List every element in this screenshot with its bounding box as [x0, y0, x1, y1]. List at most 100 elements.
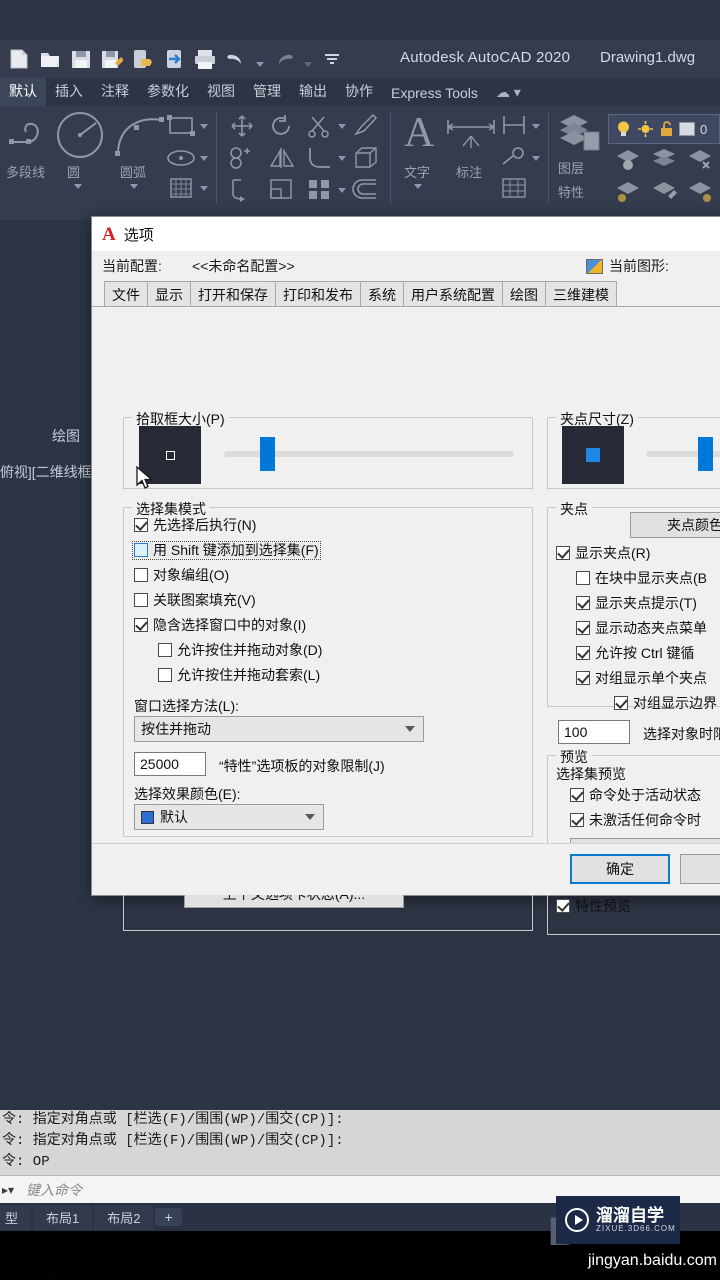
undo-icon[interactable] [225, 47, 247, 71]
circle-icon[interactable] [52, 110, 108, 160]
checkbox-show-dynamic-grip-menu[interactable]: 显示动态夹点菜单 [576, 621, 707, 636]
property-object-limit-input[interactable]: 25000 [134, 752, 206, 776]
unlock-icon[interactable] [659, 120, 674, 138]
ok-button[interactable]: 确定 [570, 854, 670, 884]
dimension-icon[interactable] [444, 114, 498, 158]
ellipse-icon[interactable] [166, 146, 196, 170]
redo-dropdown-icon[interactable] [304, 61, 312, 67]
checkbox-show-grip-tips[interactable]: 显示夹点提示(T) [576, 596, 697, 611]
options-dialog[interactable]: A 选项 当前配置: <<未命名配置>> 当前图形: 文件 显示 打开和保存 打… [91, 216, 720, 935]
open-folder-icon[interactable] [39, 47, 61, 71]
checkbox-show-single-grip-on-groups[interactable]: 对组显示单个夹点 [576, 671, 707, 686]
customize-qat-icon[interactable] [321, 47, 343, 71]
add-layout-button[interactable]: + [155, 1208, 182, 1226]
trim-dropdown-icon[interactable] [338, 124, 346, 129]
checkbox-box[interactable] [556, 546, 570, 560]
offset-icon[interactable] [352, 178, 380, 202]
checkbox-when-command-active[interactable]: 命令处于活动状态 [570, 788, 701, 803]
leader-dropdown-icon[interactable] [532, 156, 540, 161]
checkbox-allow-press-drag-lasso[interactable]: 允许按住并拖动套索(L) [158, 668, 320, 683]
pickbox-slider-thumb[interactable] [260, 437, 275, 471]
checkbox-box[interactable] [576, 596, 590, 610]
text-icon[interactable]: A [404, 112, 434, 154]
checkbox-box[interactable] [158, 643, 172, 657]
copy-icon[interactable] [228, 146, 256, 170]
move-icon[interactable] [228, 114, 256, 138]
dialog-tab-open-save[interactable]: 打开和保存 [190, 281, 276, 306]
checkbox-box[interactable] [134, 618, 148, 632]
checkbox-box[interactable] [576, 671, 590, 685]
checkbox-noun-verb-selection[interactable]: 先选择后执行(N) [134, 518, 256, 533]
ribbon-tab-annotate[interactable]: 注释 [92, 77, 138, 106]
new-file-icon[interactable] [8, 47, 30, 71]
arc-dropdown-icon[interactable] [130, 184, 138, 189]
save-icon[interactable] [70, 47, 92, 71]
fillet-dropdown-icon[interactable] [338, 156, 346, 161]
layout-tab-layout1[interactable]: 布局1 [33, 1204, 93, 1230]
save-to-cloud-icon[interactable] [132, 47, 154, 71]
ribbon-cloud-dropdown-icon[interactable]: ☁ ▾ [487, 80, 530, 106]
checkbox-shift-to-add[interactable]: 用 Shift 键添加到选择集(F) [132, 541, 321, 560]
dialog-tab-plot-publish[interactable]: 打印和发布 [275, 281, 361, 306]
checkbox-when-no-command-active[interactable]: 未激活任何命令时 [570, 813, 701, 828]
trim-icon[interactable] [306, 114, 334, 138]
layer-lock-icon[interactable] [614, 180, 644, 204]
text-dropdown-icon[interactable] [414, 184, 422, 189]
leader-icon[interactable] [500, 146, 528, 168]
fillet-icon[interactable] [306, 146, 334, 170]
command-prompt-dropdown-icon[interactable]: ▸▾ [0, 1183, 14, 1197]
erase-icon[interactable] [352, 114, 380, 138]
checkbox-property-preview[interactable]: 特性预览 [556, 899, 631, 914]
grip-object-limit-input[interactable]: 100 [558, 720, 630, 744]
selection-effect-color-combo[interactable]: 默认 [134, 804, 324, 830]
layout-tab-model[interactable]: 型 [0, 1204, 32, 1230]
grip-colors-button[interactable]: 夹点颜色 [630, 512, 720, 538]
checkbox-box[interactable] [134, 518, 148, 532]
checkbox-box[interactable] [576, 571, 590, 585]
chevron-down-icon[interactable] [305, 814, 315, 820]
dim-linear-icon[interactable] [500, 114, 528, 136]
ribbon-tab-insert[interactable]: 插入 [46, 77, 92, 106]
hatch-dropdown-icon[interactable] [200, 186, 208, 191]
checkbox-allow-ctrl-cycling[interactable]: 允许按 Ctrl 键循 [576, 646, 695, 661]
stretch-icon[interactable] [228, 178, 256, 202]
checkbox-box[interactable] [576, 621, 590, 635]
dim-linear-dropdown-icon[interactable] [532, 124, 540, 129]
dialog-tab-3d-modeling[interactable]: 三维建模 [545, 281, 617, 306]
dialog-tab-system[interactable]: 系统 [360, 281, 404, 306]
checkbox-box[interactable] [614, 696, 628, 710]
ribbon-tab-default[interactable]: 默认 [0, 77, 46, 106]
array-icon[interactable] [306, 178, 334, 202]
dialog-tab-drafting[interactable]: 绘图 [502, 281, 546, 306]
dialog-tab-files[interactable]: 文件 [104, 281, 148, 306]
checkbox-box[interactable] [134, 593, 148, 607]
checkbox-box[interactable] [134, 543, 148, 557]
mirror-icon[interactable] [268, 146, 296, 170]
ribbon-tab-manage[interactable]: 管理 [244, 77, 290, 106]
open-from-cloud-icon[interactable] [163, 47, 185, 71]
rectangle-icon[interactable] [166, 114, 196, 138]
checkbox-show-bounding-box-on-groups[interactable]: 对组显示边界 [614, 696, 717, 711]
hatch-icon[interactable] [166, 176, 196, 200]
save-as-icon[interactable] [101, 47, 123, 71]
dialog-tab-user-preferences[interactable]: 用户系统配置 [403, 281, 503, 306]
print-icon[interactable] [194, 47, 216, 71]
table-icon[interactable] [500, 176, 528, 200]
layer-freeze-icon[interactable] [686, 148, 716, 172]
checkbox-allow-press-drag-object[interactable]: 允许按住并拖动对象(D) [158, 643, 322, 658]
dialog-tab-display[interactable]: 显示 [147, 281, 191, 306]
layer-properties-icon[interactable] [556, 112, 604, 158]
scale-icon[interactable] [268, 178, 296, 202]
circle-dropdown-icon[interactable] [74, 184, 82, 189]
checkbox-object-grouping[interactable]: 对象编组(O) [134, 568, 229, 583]
checkbox-box[interactable] [570, 788, 584, 802]
sun-icon[interactable] [637, 120, 654, 138]
layer-isolate-icon[interactable] [650, 148, 680, 172]
checkbox-box[interactable] [570, 813, 584, 827]
rotate-icon[interactable] [268, 114, 296, 138]
ribbon-tab-express-tools[interactable]: Express Tools [382, 81, 487, 106]
chevron-down-icon[interactable] [405, 726, 415, 732]
checkbox-associative-hatch[interactable]: 关联图案填充(V) [134, 593, 256, 608]
ellipse-dropdown-icon[interactable] [200, 156, 208, 161]
checkbox-box[interactable] [158, 668, 172, 682]
